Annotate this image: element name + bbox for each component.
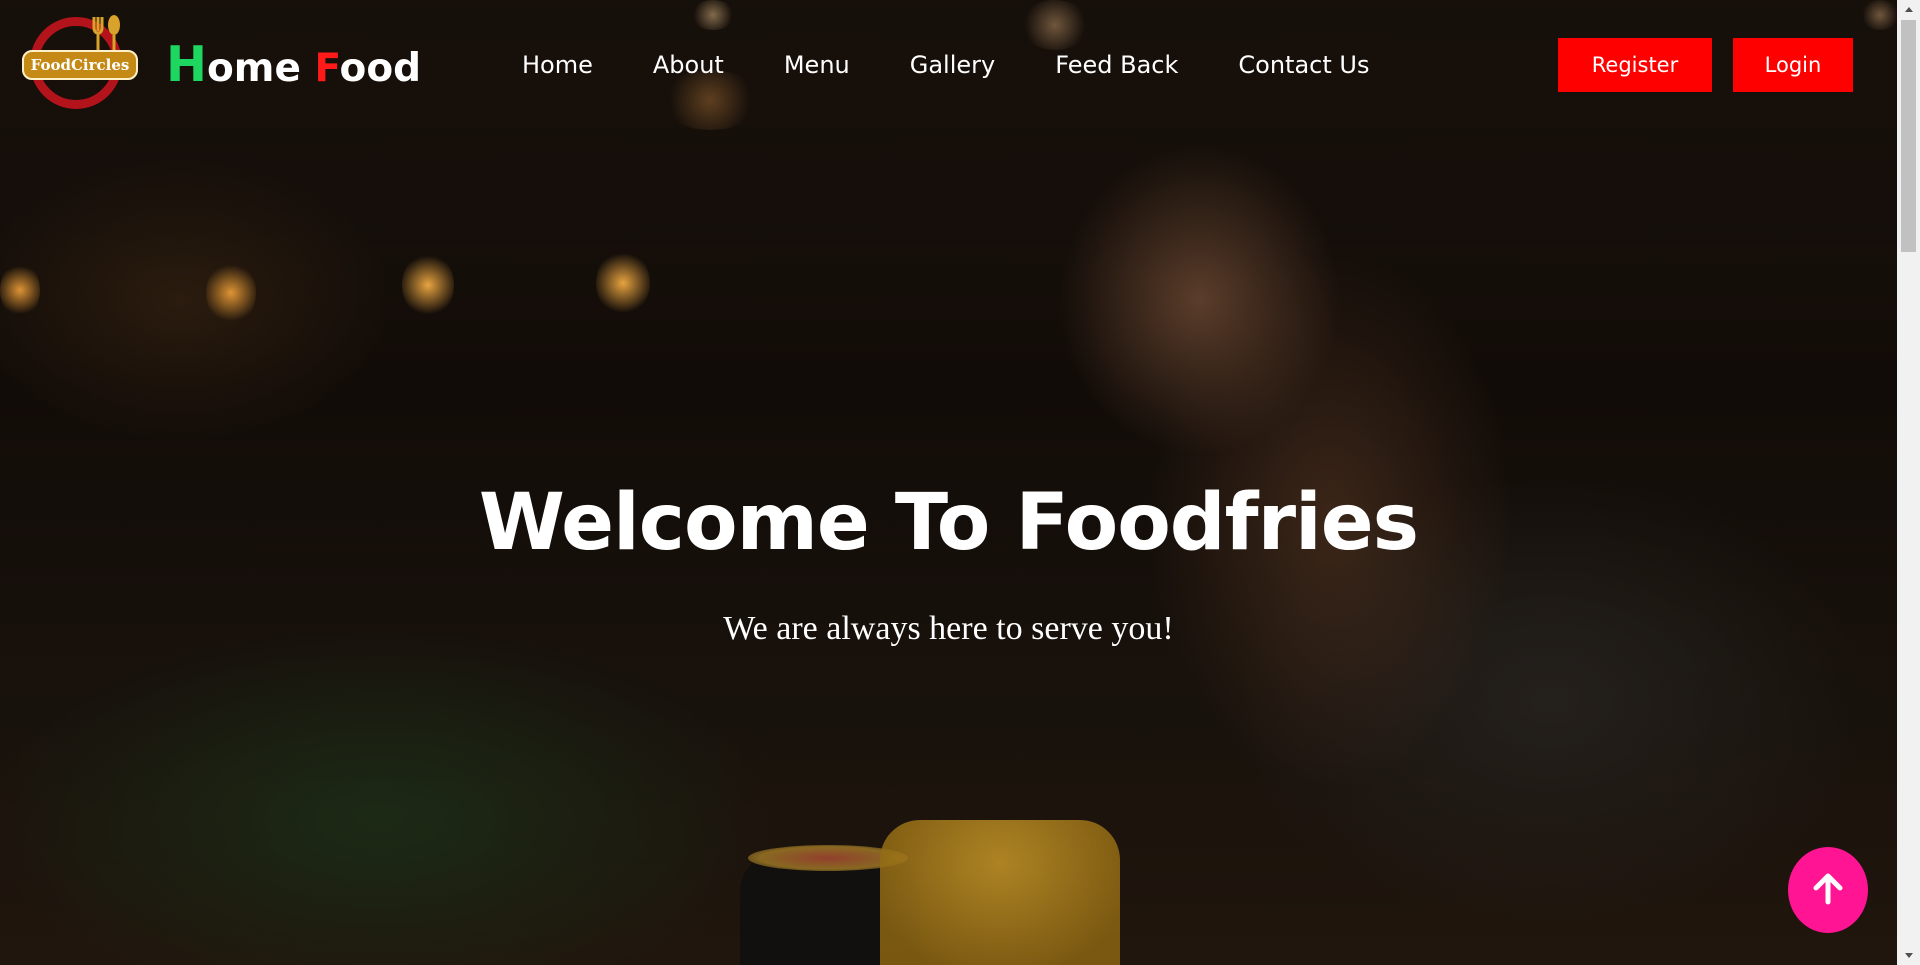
register-button[interactable]: Register [1558,38,1712,92]
scroll-down-arrow-icon[interactable] [1897,947,1920,965]
brand-word-rest-2: ood [339,46,422,91]
scrollbar-thumb[interactable] [1901,20,1916,252]
main-nav: Home About Menu Gallery Feed Back Contac… [522,44,1429,86]
hero-subtitle: We are always here to serve you! [723,610,1174,647]
brand-word-rest-1: ome [207,46,315,91]
brand-letter-f: F [314,46,340,91]
arrow-up-icon [1808,868,1848,912]
nav-feedback[interactable]: Feed Back [1055,44,1178,86]
nav-contact-us[interactable]: Contact Us [1238,44,1369,86]
login-button[interactable]: Login [1733,38,1853,92]
logo-text: FoodCircles [22,50,138,80]
nav-menu[interactable]: Menu [784,44,850,86]
nav-home[interactable]: Home [522,44,593,86]
brand-letter-h: H [166,36,208,93]
scroll-to-top-button[interactable] [1788,847,1868,933]
page-scrollbar[interactable] [1897,0,1920,965]
nav-gallery[interactable]: Gallery [910,44,995,86]
brand-name[interactable]: Home Food [166,40,422,92]
site-logo[interactable]: FoodCircles [20,13,142,119]
scroll-up-arrow-icon[interactable] [1897,0,1920,18]
hero-title: Welcome To Foodfries [478,478,1419,568]
nav-about[interactable]: About [653,44,724,86]
page: FoodCircles Home Food Home About Menu Ga… [0,0,1920,965]
